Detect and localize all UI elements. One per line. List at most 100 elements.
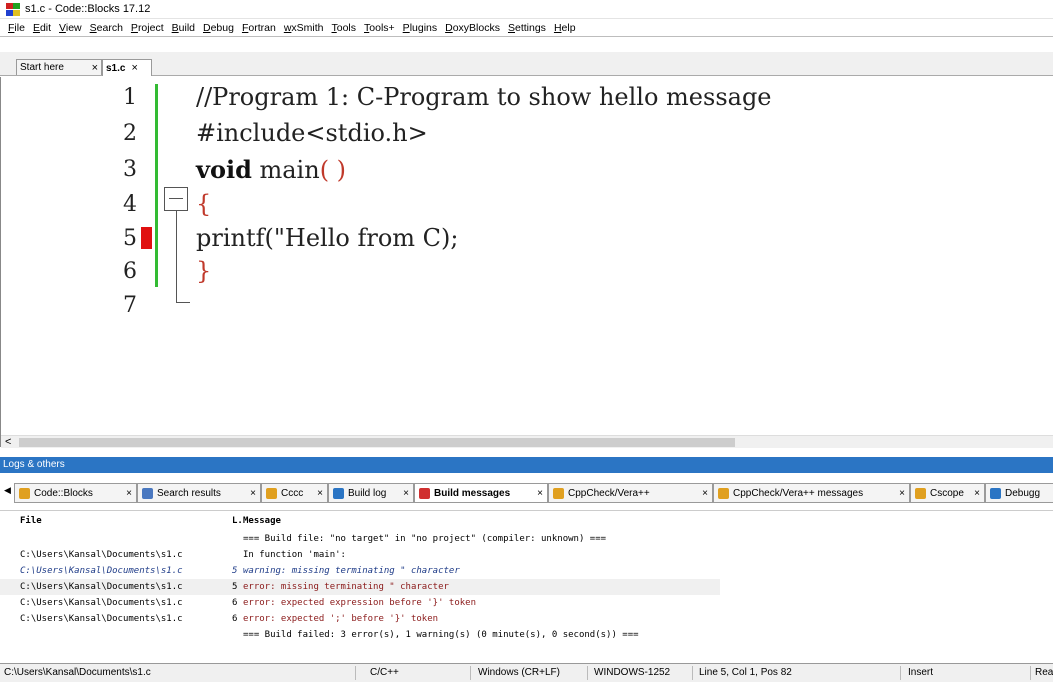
menu-item-help[interactable]: Help	[550, 22, 580, 34]
fold-line	[176, 211, 177, 303]
line-number: 5	[123, 226, 137, 251]
status-cursor-position: Line 5, Col 1, Pos 82	[699, 667, 792, 678]
close-icon[interactable]: ×	[317, 488, 323, 499]
tab-s1-c[interactable]: s1.c ×	[102, 59, 152, 76]
log-tab-build-messages[interactable]: Build messages ×	[414, 483, 548, 503]
code-line-5[interactable]: printf("Hello from C);	[196, 224, 458, 252]
table-row[interactable]: === Build file: "no target" in "no proje…	[0, 531, 720, 547]
log-tab-cccc[interactable]: Cccc ×	[261, 483, 328, 503]
scroll-left-icon[interactable]: <	[5, 436, 11, 449]
menu-item-build[interactable]: Build	[168, 22, 199, 34]
log-tab-label: Cccc	[281, 487, 304, 499]
window-title: s1.c - Code::Blocks 17.12	[25, 3, 151, 15]
log-file-cell: C:\Users\Kansal\Documents\s1.c	[20, 598, 183, 608]
menu-item-tools[interactable]: Tools+	[360, 22, 399, 34]
log-tab-icon	[266, 487, 277, 499]
code-line-2[interactable]: #include<stdio.h>	[196, 119, 428, 147]
log-tab-icon	[990, 487, 1001, 499]
code-line-1[interactable]: //Program 1: C-Program to show hello mes…	[196, 83, 772, 111]
scrollbar-thumb[interactable]	[19, 438, 735, 447]
log-line-cell: 6	[232, 614, 238, 624]
log-tab-search-results[interactable]: Search results ×	[137, 483, 261, 503]
table-row[interactable]: C:\Users\Kansal\Documents\s1.c 6 error: ex…	[0, 595, 720, 611]
log-tab-build-log[interactable]: Build log ×	[328, 483, 414, 503]
change-bar	[155, 84, 158, 287]
log-tab-code-blocks[interactable]: Code::Blocks ×	[14, 483, 137, 503]
status-insert-mode: Insert	[908, 667, 934, 678]
tab-scroll-left-icon[interactable]: ◀	[4, 485, 11, 496]
log-line-cell: 6	[232, 598, 238, 608]
line-number: 1	[123, 85, 137, 110]
menu-bar: File Edit View Search Project Build Debug Fortr…	[0, 19, 1053, 37]
log-tab-icon	[142, 487, 153, 499]
log-tab-icon	[718, 487, 729, 499]
fold-end	[176, 302, 190, 303]
menu-item-wxsmith[interactable]: wxSmith	[280, 22, 328, 34]
menu-item-search[interactable]: Search	[86, 22, 127, 34]
line-number-gutter[interactable]: 1 2 3 4 5 6 7	[1, 77, 159, 432]
close-icon[interactable]: ×	[126, 488, 132, 499]
log-line-cell: 5	[232, 582, 238, 592]
close-icon[interactable]: ×	[403, 488, 409, 499]
menu-item-fortran[interactable]: Fortran	[238, 22, 280, 34]
log-message-cell: === Build failed: 3 error(s), 1 warning(…	[243, 630, 639, 640]
identifier: main	[251, 156, 320, 184]
log-message-cell: warning: missing terminating " character	[243, 566, 460, 576]
close-icon[interactable]: ×	[92, 62, 98, 74]
menu-item-view[interactable]: View	[55, 22, 86, 34]
log-tab-label: Code::Blocks	[34, 487, 93, 499]
log-tab-cppcheck-vera[interactable]: CppCheck/Vera++ ×	[548, 483, 713, 503]
menu-item-tools[interactable]: Tools	[328, 22, 361, 34]
log-message-cell: === Build file: "no target" in "no proje…	[243, 534, 607, 544]
table-row[interactable]: C:\Users\Kansal\Documents\s1.c 5 warning: …	[0, 563, 720, 579]
table-row[interactable]: === Build failed: 3 error(s), 1 warning(…	[0, 627, 720, 643]
close-icon[interactable]: ×	[250, 488, 256, 499]
log-message-cell: error: missing terminating " character	[243, 582, 449, 592]
column-header-file[interactable]: File	[20, 516, 42, 526]
log-tab-icon	[915, 487, 926, 499]
error-marker	[141, 227, 152, 249]
fold-toggle-icon[interactable]	[164, 187, 188, 211]
menu-item-doxyblocks[interactable]: DoxyBlocks	[441, 22, 504, 34]
tab-label: s1.c	[106, 62, 126, 74]
log-tab-debugg[interactable]: Debugg	[985, 483, 1053, 503]
menu-item-plugins[interactable]: Plugins	[399, 22, 441, 34]
log-message-cell: In function 'main':	[243, 550, 346, 560]
log-tab-cppcheck-vera-messages[interactable]: CppCheck/Vera++ messages ×	[713, 483, 910, 503]
close-icon[interactable]: ×	[899, 488, 905, 499]
table-row[interactable]: C:\Users\Kansal\Documents\s1.c 5 error: mi…	[0, 579, 720, 595]
menu-item-edit[interactable]: Edit	[29, 22, 55, 34]
logs-tab-strip: ◀ Code::Blocks × Search results × Cccc × Build…	[0, 473, 1053, 510]
menu-item-project[interactable]: Project	[127, 22, 168, 34]
log-tab-icon	[19, 487, 30, 499]
code-editor[interactable]: 1 2 3 4 5 6 7 //Program 1: C-Program to …	[0, 77, 1053, 448]
log-message-cell: error: expected expression before '}' to…	[243, 598, 476, 608]
log-file-cell: C:\Users\Kansal\Documents\s1.c	[20, 582, 183, 592]
status-language: C/C++	[370, 667, 399, 678]
log-tab-label: CppCheck/Vera++	[568, 487, 650, 499]
close-icon[interactable]: ×	[702, 488, 708, 499]
horizontal-scrollbar[interactable]: <	[1, 435, 1053, 448]
log-tab-icon	[333, 487, 344, 499]
log-tab-cscope[interactable]: Cscope ×	[910, 483, 985, 503]
close-icon[interactable]: ×	[974, 488, 980, 499]
column-header-message[interactable]: Message	[243, 516, 281, 526]
close-icon[interactable]: ×	[131, 62, 137, 74]
table-row[interactable]: C:\Users\Kansal\Documents\s1.c In functio…	[0, 547, 720, 563]
code-line-6[interactable]: }	[196, 257, 211, 285]
table-row[interactable]: C:\Users\Kansal\Documents\s1.c 6 error: ex…	[0, 611, 720, 627]
code-line-3[interactable]: void main( )	[196, 155, 346, 184]
status-eol: Windows (CR+LF)	[478, 667, 560, 678]
menu-item-settings[interactable]: Settings	[504, 22, 550, 34]
tab-start-here[interactable]: Start here ×	[16, 59, 102, 75]
line-number: 6	[123, 259, 137, 284]
code-line-4[interactable]: {	[196, 190, 211, 218]
build-messages-table: File L. Message === Build file: "no targ…	[0, 510, 1053, 658]
menu-item-debug[interactable]: Debug	[199, 22, 238, 34]
log-tab-icon	[553, 487, 564, 499]
close-icon[interactable]: ×	[537, 488, 543, 499]
menu-item-file[interactable]: File	[4, 22, 29, 34]
log-file-cell: C:\Users\Kansal\Documents\s1.c	[20, 566, 183, 576]
column-header-line[interactable]: L.	[232, 516, 243, 526]
line-number: 2	[123, 121, 137, 146]
